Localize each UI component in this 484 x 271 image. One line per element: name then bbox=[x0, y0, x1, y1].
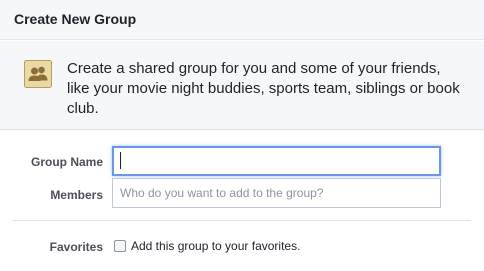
favorites-checkbox-text[interactable]: Add this group to your favorites. bbox=[131, 239, 300, 253]
dialog-header: Create New Group bbox=[0, 0, 484, 40]
group-name-label: Group Name bbox=[30, 155, 103, 169]
form-divider bbox=[12, 220, 471, 221]
favorites-label: Favorites bbox=[49, 240, 103, 254]
members-label: Members bbox=[50, 188, 103, 202]
group-name-input[interactable] bbox=[112, 146, 441, 176]
group-people-icon bbox=[24, 60, 52, 88]
favorites-checkbox[interactable] bbox=[114, 240, 126, 252]
info-description: Create a shared group for you and some o… bbox=[67, 60, 460, 117]
create-group-dialog: Create New Group Create a shared group f… bbox=[0, 0, 484, 271]
dialog-title: Create New Group bbox=[14, 11, 137, 27]
text-caret bbox=[120, 152, 121, 169]
members-input[interactable] bbox=[112, 178, 441, 208]
